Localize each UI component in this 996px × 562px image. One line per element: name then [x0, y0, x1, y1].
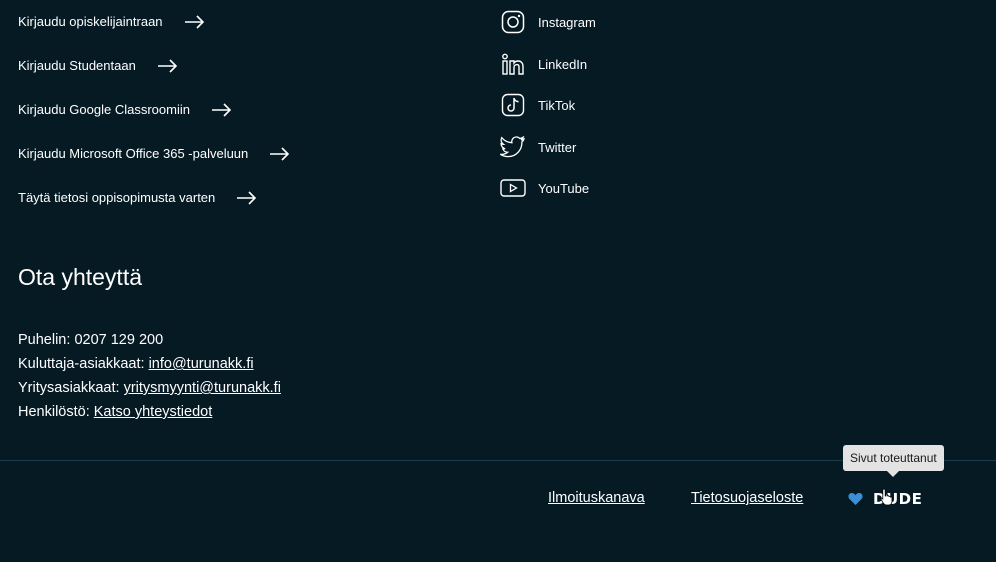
arrow-right-icon	[270, 146, 290, 161]
social-link-instagram[interactable]: Instagram	[500, 9, 596, 35]
consumer-label: Kuluttaja-asiakkaat:	[18, 356, 149, 372]
social-link-youtube[interactable]: YouTube	[500, 175, 589, 201]
login-link-label: Kirjaudu Google Classroomiin	[18, 102, 190, 117]
contact-heading: Ota yhteyttä	[18, 264, 143, 290]
social-link-label: Twitter	[538, 139, 577, 155]
social-link-label: LinkedIn	[538, 56, 588, 72]
contact-phone-row: Puhelin: 0207 129 200	[18, 328, 281, 352]
consumer-email-link[interactable]: info@turunakk.fi	[149, 356, 254, 372]
tiktok-icon	[500, 92, 526, 118]
login-link-studenta[interactable]: Kirjaudu Studentaan	[18, 58, 178, 73]
social-link-twitter[interactable]: Twitter	[500, 134, 576, 160]
contact-details: Puhelin: 0207 129 200 Kuluttaja-asiakkaa…	[18, 328, 281, 424]
contact-consumer-row: Kuluttaja-asiakkaat: info@turunakk.fi	[18, 352, 281, 376]
login-link-label: Kirjaudu opiskelijaintraan	[18, 14, 163, 29]
heart-icon	[848, 492, 863, 506]
social-link-linkedin[interactable]: LinkedIn	[500, 51, 587, 77]
credit-tooltip: Sivut toteuttanut	[843, 445, 944, 477]
login-link-label: Kirjaudu Microsoft Office 365 -palveluun	[18, 146, 249, 161]
staff-label: Henkilöstö:	[18, 404, 94, 420]
login-link-apprenticeship[interactable]: Täytä tietosi oppisopimusta varten	[18, 190, 257, 205]
login-link-label: Täytä tietosi oppisopimusta varten	[18, 190, 216, 205]
social-link-label: Instagram	[538, 14, 596, 30]
login-link-student-intra[interactable]: Kirjaudu opiskelijaintraan	[18, 14, 205, 29]
social-link-label: TikTok	[538, 97, 576, 113]
login-link-office-365[interactable]: Kirjaudu Microsoft Office 365 -palveluun	[18, 146, 290, 161]
staff-contacts-link[interactable]: Katso yhteystiedot	[94, 404, 213, 420]
arrow-right-icon	[211, 102, 232, 117]
phone-value: 0207 129 200	[74, 332, 164, 348]
phone-label: Puhelin:	[18, 332, 75, 348]
contact-staff-row: Henkilöstö: Katso yhteystiedot	[18, 400, 281, 424]
arrow-right-icon	[157, 58, 178, 73]
hand-cursor-icon	[880, 488, 894, 511]
business-label: Yritysasiakkaat:	[18, 380, 124, 396]
privacy-policy-link[interactable]: Tietosuojaseloste	[691, 490, 803, 506]
arrow-right-icon	[237, 190, 257, 205]
contact-business-row: Yritysasiakkaat: yritysmyynti@turunakk.f…	[18, 376, 281, 400]
linkedin-icon	[500, 51, 526, 77]
business-email-link[interactable]: yritysmyynti@turunakk.fi	[124, 380, 281, 396]
arrow-right-icon	[184, 14, 205, 29]
social-link-label: YouTube	[538, 180, 590, 196]
twitter-icon	[500, 134, 526, 160]
report-channel-link[interactable]: Ilmoituskanava	[548, 490, 645, 506]
youtube-icon	[500, 175, 526, 201]
social-link-tiktok[interactable]: TikTok	[500, 92, 575, 118]
login-link-google-classroom[interactable]: Kirjaudu Google Classroomiin	[18, 102, 232, 117]
login-link-label: Kirjaudu Studentaan	[18, 58, 136, 73]
instagram-icon	[500, 9, 526, 35]
